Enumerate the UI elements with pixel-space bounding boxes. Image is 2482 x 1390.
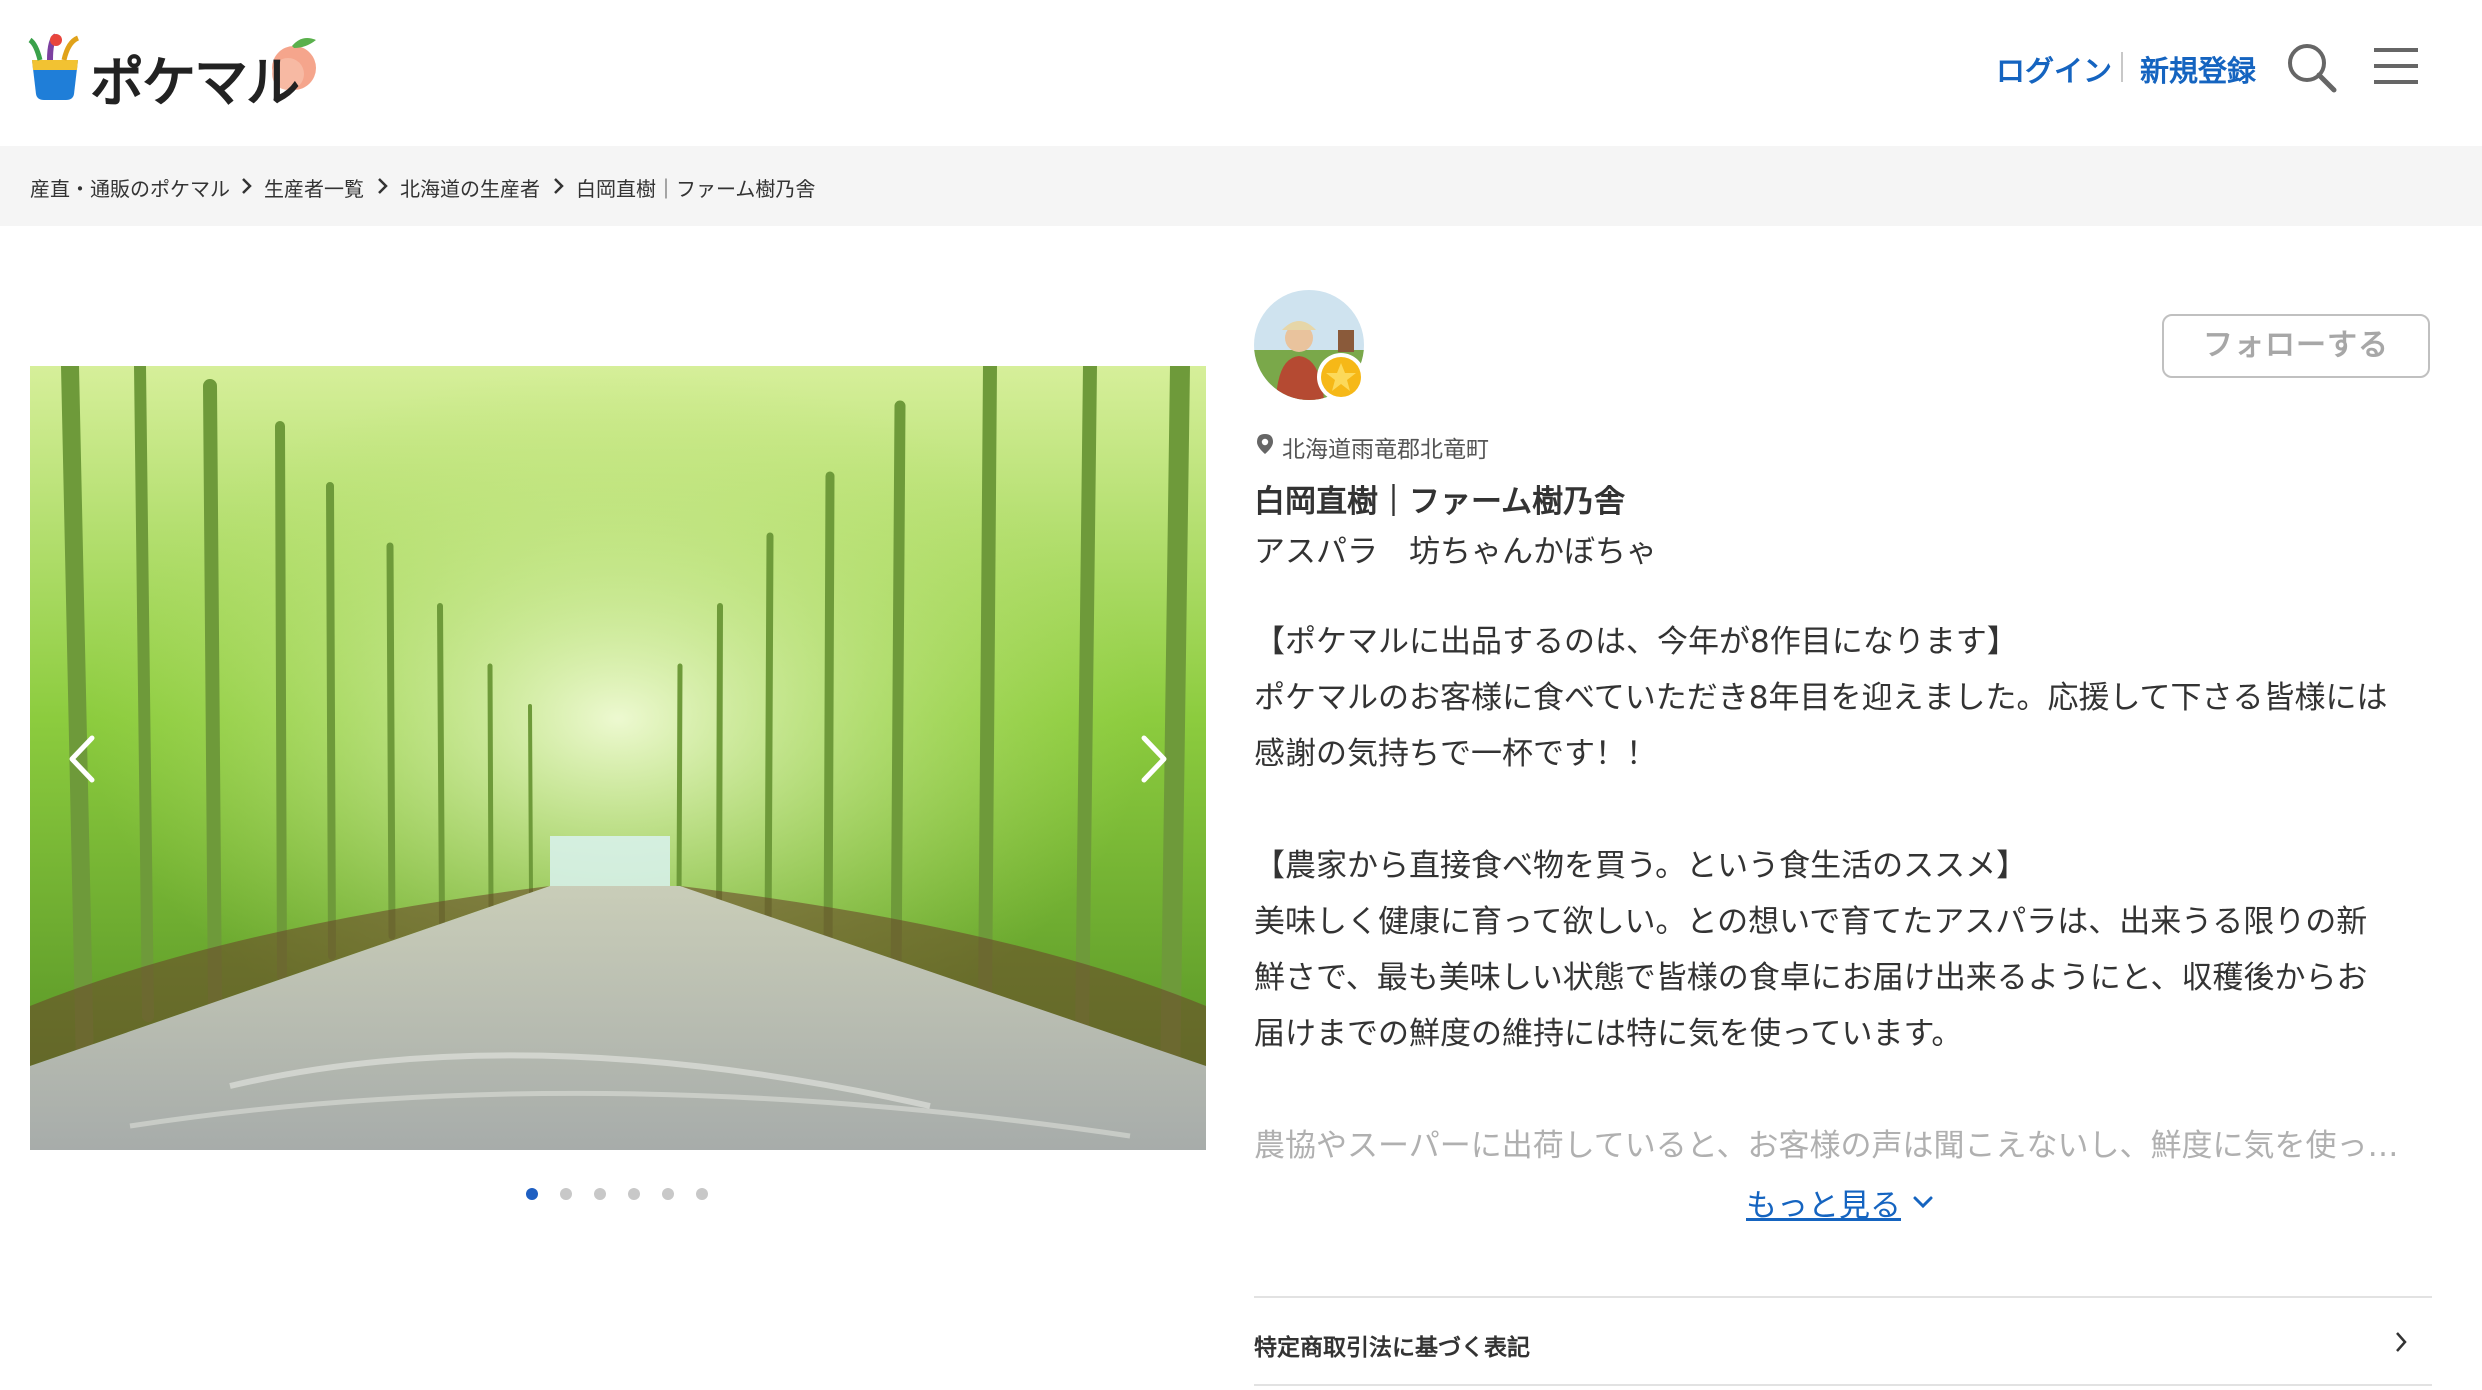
- carousel-prev-button[interactable]: [56, 726, 106, 792]
- description-line-faded: 農協やスーパーに出荷していると、お客様の声は聞こえないし、鮮度に気を使っ…: [1254, 1128, 2399, 1164]
- follow-button[interactable]: フォローする: [2162, 314, 2430, 378]
- carousel-dot-3[interactable]: [594, 1188, 606, 1200]
- breadcrumb-producers[interactable]: 生産者一覧: [264, 173, 364, 202]
- pokemaru-logo[interactable]: ポケマル: [26, 30, 326, 114]
- description-line: 【ポケマルに出品するのは、今年が8作目になります】: [1254, 624, 2018, 660]
- site-header: ポケマル ログイン 新規登録: [0, 0, 2482, 146]
- chevron-right-icon: [242, 178, 252, 194]
- breadcrumb-hokkaido[interactable]: 北海道の生産者: [400, 173, 540, 202]
- location-pin-icon: [1257, 434, 1273, 454]
- breadcrumb-home[interactable]: 産直・通販のポケマル: [30, 173, 230, 202]
- description-line: 美味しく健康に育って欲しい。との想いで育てたアスパラは、出来うる限りの新: [1254, 904, 2368, 940]
- carousel-dot-6[interactable]: [696, 1188, 708, 1200]
- description-blank-line: [1254, 782, 2434, 838]
- description-line: 感謝の気持ちで一杯です！！: [1254, 736, 1657, 772]
- carousel-dot-5[interactable]: [662, 1188, 674, 1200]
- signup-link[interactable]: 新規登録: [2140, 48, 2256, 90]
- chevron-right-icon: [2396, 1332, 2407, 1352]
- divider: [1254, 1384, 2432, 1386]
- carousel-dot-1[interactable]: [526, 1188, 538, 1200]
- location-text: 北海道雨竜郡北竜町: [1282, 437, 1489, 463]
- asparagus-field-photo: [30, 366, 1206, 1150]
- breadcrumb-current: 白岡直樹｜ファーム樹乃舎: [576, 177, 816, 201]
- chevron-down-icon: [1913, 1196, 1933, 1209]
- producer-items: アスパラ 坊ちゃんかぼちゃ: [1254, 534, 1657, 570]
- carousel-dot-2[interactable]: [560, 1188, 572, 1200]
- producer-name: 白岡直樹｜ファーム樹乃舎: [1254, 484, 1626, 520]
- search-icon[interactable]: [2284, 40, 2340, 96]
- photo-carousel[interactable]: [30, 366, 1206, 1150]
- description-line: 【農家から直接食べ物を買う。という食生活のススメ】: [1254, 848, 2028, 884]
- star-badge-icon: [1316, 352, 1366, 402]
- description-line: ポケマルのお客様に食べていただき8年目を迎えました。応援して下さる皆様には: [1254, 680, 2388, 716]
- logo-text: ポケマル: [90, 51, 300, 114]
- description-line: 鮮さで、最も美味しい状態で皆様の食卓にお届け出来るようにと、収穫後からお: [1254, 960, 2368, 996]
- login-link[interactable]: ログイン: [1996, 48, 2112, 90]
- description-blank-line: [1254, 1062, 2434, 1118]
- commercial-law-link[interactable]: 特定商取引法に基づく表記: [1254, 1298, 2432, 1384]
- chevron-left-icon: [69, 735, 95, 783]
- carousel-next-button[interactable]: [1130, 726, 1180, 792]
- chevron-right-icon: [1141, 735, 1167, 783]
- carousel-pagination: [520, 1188, 760, 1208]
- nav-separator: [2121, 52, 2123, 82]
- carousel-dot-4[interactable]: [628, 1188, 640, 1200]
- hamburger-menu-icon[interactable]: [2370, 42, 2426, 94]
- description-line: 届けまでの鮮度の維持には特に気を使っています。: [1254, 1016, 1963, 1052]
- show-more-link[interactable]: もっと見る: [1746, 1180, 1901, 1225]
- chevron-right-icon: [554, 178, 564, 194]
- chevron-right-icon: [378, 178, 388, 194]
- breadcrumb: 産直・通販のポケマル 生産者一覧 北海道の生産者 白岡直樹｜ファーム樹乃舎: [0, 146, 2482, 226]
- producer-description: 【ポケマルに出品するのは、今年が8作目になります】 ポケマルのお客様に食べていた…: [1254, 614, 2434, 1174]
- commercial-law-label: 特定商取引法に基づく表記: [1254, 1335, 1530, 1361]
